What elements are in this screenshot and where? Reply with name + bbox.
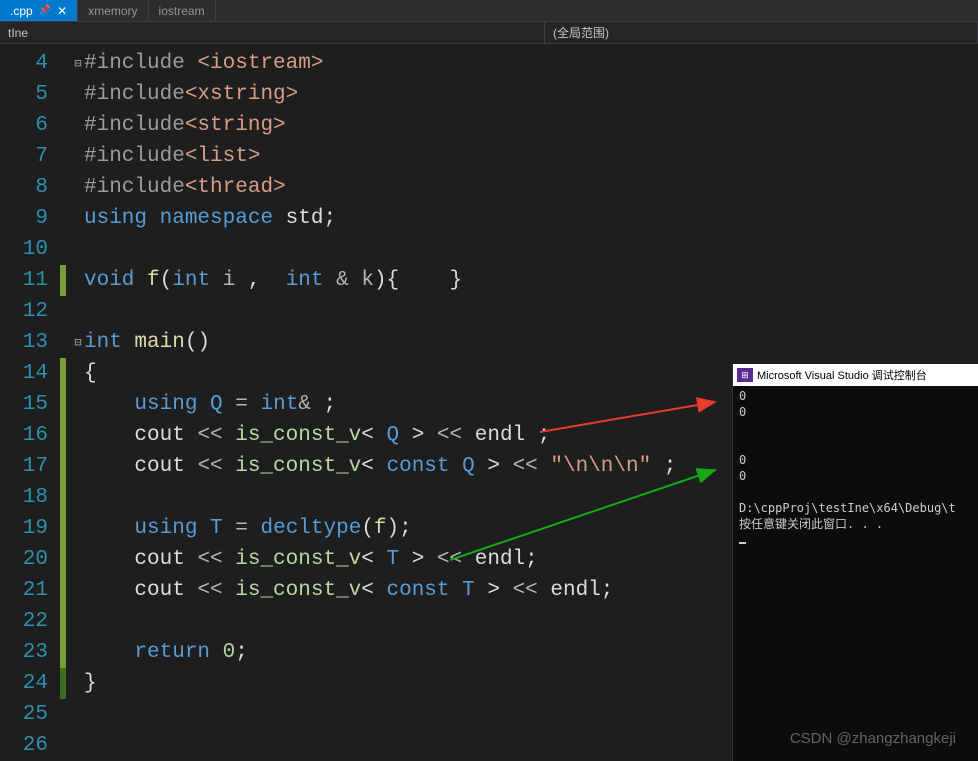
code-line: #include<string> — [60, 110, 978, 141]
code-line: void f(int i , int & k){ } — [60, 265, 978, 296]
tab-label: .cpp — [10, 4, 33, 18]
line-number: 7 — [0, 141, 60, 172]
line-number: 22 — [0, 606, 60, 637]
line-number: 15 — [0, 389, 60, 420]
code-line: #include<thread> — [60, 172, 978, 203]
vs-icon: ⊞ — [737, 368, 753, 382]
tab-cpp[interactable]: .cpp 📌 ✕ — [0, 0, 78, 21]
debug-console: ⊞ Microsoft Visual Studio 调试控制台 0 0 0 0 … — [732, 364, 978, 761]
scope-global[interactable]: (全局范围) — [545, 22, 978, 43]
close-icon[interactable]: ✕ — [57, 4, 67, 18]
line-number: 23 — [0, 637, 60, 668]
tab-xmemory[interactable]: xmemory — [78, 0, 148, 21]
code-line: #include<list> — [60, 141, 978, 172]
code-line — [60, 234, 978, 265]
console-titlebar[interactable]: ⊞ Microsoft Visual Studio 调试控制台 — [733, 364, 978, 386]
console-title-text: Microsoft Visual Studio 调试控制台 — [757, 367, 927, 383]
scope-bar: tIne (全局范围) — [0, 22, 978, 44]
code-line: ⊟int main() — [60, 327, 978, 358]
pin-icon[interactable]: 📌 — [39, 5, 51, 16]
line-number: 8 — [0, 172, 60, 203]
scope-project-label: tIne — [8, 26, 28, 40]
line-number: 17 — [0, 451, 60, 482]
line-number: 25 — [0, 699, 60, 730]
tab-label: iostream — [159, 4, 205, 18]
console-output[interactable]: 0 0 0 0 D:\cppProj\testIne\x64\Debug\t 按… — [733, 386, 978, 761]
line-number: 16 — [0, 420, 60, 451]
code-line: ⊟#include <iostream> — [60, 48, 978, 79]
tab-bar: .cpp 📌 ✕ xmemory iostream — [0, 0, 978, 22]
line-number: 12 — [0, 296, 60, 327]
code-line — [60, 296, 978, 327]
line-number: 10 — [0, 234, 60, 265]
tab-iostream[interactable]: iostream — [149, 0, 216, 21]
line-number: 4 — [0, 48, 60, 79]
line-number: 5 — [0, 79, 60, 110]
line-number: 11 — [0, 265, 60, 296]
tab-label: xmemory — [88, 4, 137, 18]
line-number: 24 — [0, 668, 60, 699]
line-number: 14 — [0, 358, 60, 389]
cursor — [739, 542, 746, 544]
line-number: 13 — [0, 327, 60, 358]
fold-icon[interactable]: ⊟ — [72, 56, 84, 71]
fold-icon[interactable]: ⊟ — [72, 335, 84, 350]
line-number: 26 — [0, 730, 60, 761]
line-number: 18 — [0, 482, 60, 513]
line-number: 19 — [0, 513, 60, 544]
line-number: 9 — [0, 203, 60, 234]
scope-global-label: (全局范围) — [553, 24, 609, 41]
line-number: 21 — [0, 575, 60, 606]
watermark: CSDN @zhangzhangkeji — [790, 730, 956, 747]
scope-project[interactable]: tIne — [0, 22, 545, 43]
line-number: 20 — [0, 544, 60, 575]
line-number: 6 — [0, 110, 60, 141]
code-line: using namespace std; — [60, 203, 978, 234]
code-line: #include<xstring> — [60, 79, 978, 110]
gutter: 4567891011121314151617181920212223242526 — [0, 44, 60, 761]
